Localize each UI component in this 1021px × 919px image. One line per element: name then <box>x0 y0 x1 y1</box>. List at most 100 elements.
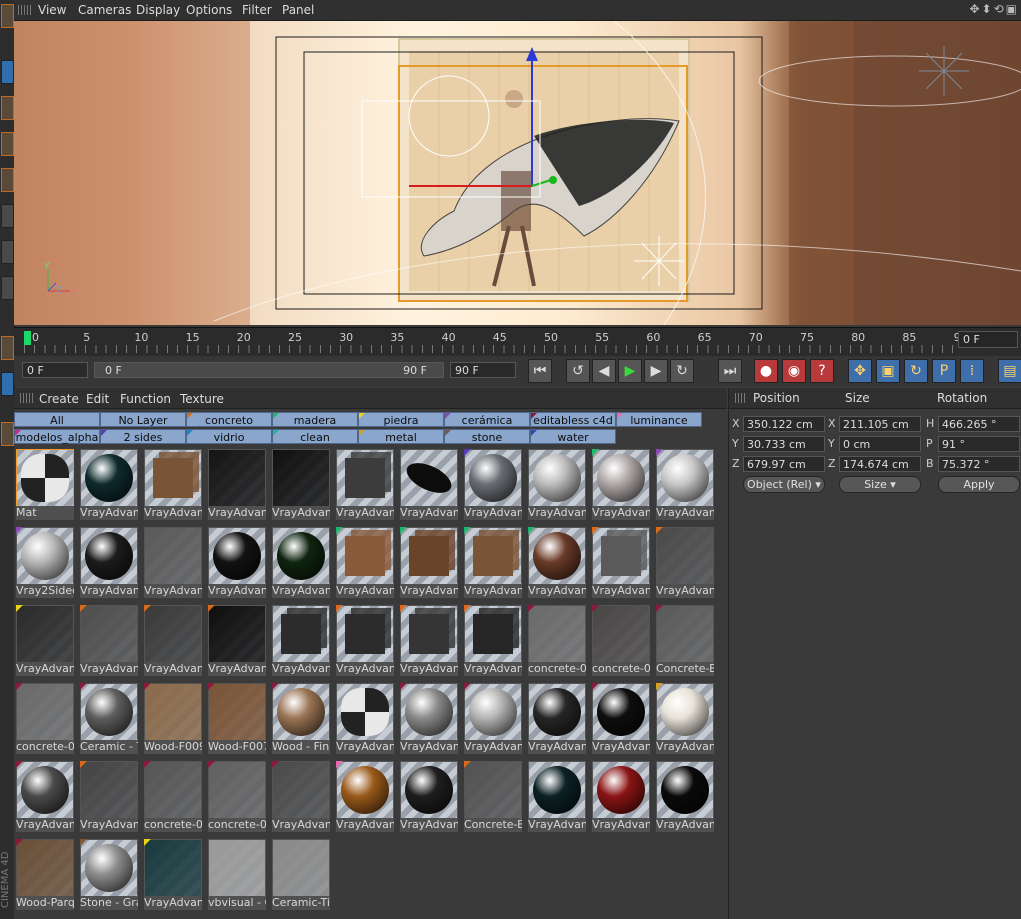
scheme-icon[interactable]: ▤ <box>998 359 1021 383</box>
menu-view[interactable]: View <box>38 3 66 17</box>
layer-tab[interactable]: 2 sides <box>100 429 186 444</box>
material-tile[interactable]: VrayAdvanc <box>207 448 267 522</box>
keyframe-selection-icon[interactable]: ? <box>810 359 834 383</box>
record-point-level-icon[interactable]: ⁞ <box>960 359 984 383</box>
position-field[interactable]: 350.122 cm <box>743 416 825 432</box>
apply-button[interactable]: Apply <box>938 476 1020 493</box>
rotate-tool-icon[interactable] <box>1 132 14 156</box>
material-tile[interactable]: VrayAdvanc <box>143 838 203 912</box>
rotation-field[interactable]: 75.372 ° <box>938 456 1020 472</box>
material-tile[interactable]: VrayAdvanc <box>399 448 459 522</box>
layer-tab[interactable]: luminance <box>616 412 702 427</box>
menu-options[interactable]: Options <box>186 3 232 17</box>
material-tile[interactable]: Mat <box>15 448 75 522</box>
panel-grip-icon[interactable] <box>735 393 747 403</box>
material-tile[interactable]: VrayAdvanc <box>335 760 395 834</box>
material-tile[interactable]: VrayAdvanc <box>79 604 139 678</box>
material-tile[interactable]: Wood - Fin <box>271 682 331 756</box>
playhead[interactable] <box>24 331 31 345</box>
layer-tab[interactable]: cerámica <box>444 412 530 427</box>
material-tile[interactable]: VrayAdvanc <box>463 604 523 678</box>
material-tile[interactable]: Wood-Parq <box>15 838 75 912</box>
menu-function[interactable]: Function <box>120 392 171 406</box>
material-tile[interactable]: VrayAdvanc <box>399 604 459 678</box>
live-select-icon[interactable] <box>1 168 14 192</box>
layer-tab[interactable]: piedra <box>358 412 444 427</box>
points-mode-icon[interactable] <box>1 204 14 228</box>
size-mode-dropdown[interactable]: Size ▾ <box>839 476 921 493</box>
material-tile[interactable]: VrayAdvanc <box>591 682 651 756</box>
layer-tab[interactable]: All <box>14 412 100 427</box>
size-field[interactable]: 211.105 cm <box>839 416 921 432</box>
layer-tab[interactable]: stone <box>444 429 530 444</box>
material-tile[interactable]: VrayAdvanc <box>527 760 587 834</box>
3d-viewport[interactable]: Y Z X <box>14 21 1021 325</box>
material-tile[interactable]: VrayAdvanc <box>463 682 523 756</box>
position-field[interactable]: 679.97 cm <box>743 456 825 472</box>
record-rotation-icon[interactable]: ↻ <box>904 359 928 383</box>
material-tile[interactable]: Concrete-B <box>655 604 715 678</box>
material-tile[interactable]: VrayAdvanc <box>207 604 267 678</box>
menu-create[interactable]: Create <box>39 392 79 406</box>
next-key-icon[interactable]: ↻ <box>670 359 694 383</box>
material-tile[interactable]: VrayAdvanc <box>527 448 587 522</box>
material-tile[interactable]: concrete-00 <box>143 760 203 834</box>
record-parameter-icon[interactable]: P <box>932 359 956 383</box>
timeline-ruler[interactable]: 051015202530354045505560657075808590 <box>14 327 1021 356</box>
material-tile[interactable]: VrayAdvanc <box>527 526 587 600</box>
menu-texture[interactable]: Texture <box>180 392 224 406</box>
undo-icon[interactable] <box>1 4 14 28</box>
material-tile[interactable]: VrayAdvanc <box>655 448 715 522</box>
record-position-icon[interactable]: ✥ <box>848 359 872 383</box>
material-tile[interactable]: VrayAdvanc <box>335 682 395 756</box>
material-tile[interactable]: VrayAdvanc <box>463 526 523 600</box>
frame-range-slider[interactable]: 0 F 90 F <box>94 362 444 378</box>
edges-mode-icon[interactable] <box>1 240 14 264</box>
viewport-navigation-icons[interactable]: ✥⬍⟲▣ <box>969 2 1019 16</box>
move-tool-icon[interactable] <box>1 60 14 84</box>
panel-grip-icon[interactable] <box>18 5 32 15</box>
autokey-icon[interactable]: ◉ <box>782 359 806 383</box>
menu-edit[interactable]: Edit <box>86 392 109 406</box>
material-tile[interactable]: VrayAdvanc <box>79 760 139 834</box>
material-tile[interactable]: concrete-02 <box>15 682 75 756</box>
material-tile[interactable]: VrayAdvanc <box>399 682 459 756</box>
material-tile[interactable]: concrete-00 <box>591 604 651 678</box>
menu-display[interactable]: Display <box>136 3 180 17</box>
material-tile[interactable]: concrete-02 <box>527 604 587 678</box>
material-tile[interactable]: VrayAdvanc <box>79 526 139 600</box>
previous-frame-icon[interactable]: ◀ <box>592 359 616 383</box>
rotation-field[interactable]: 466.265 ° <box>938 416 1020 432</box>
layer-tab[interactable]: clean <box>272 429 358 444</box>
go-to-end-icon[interactable]: ⏭ <box>718 359 742 383</box>
material-tile[interactable]: VrayAdvanc <box>79 448 139 522</box>
material-tile[interactable]: VrayAdvanc <box>335 604 395 678</box>
go-to-start-icon[interactable]: ⏮ <box>528 359 552 383</box>
material-tile[interactable]: Wood-F007 <box>207 682 267 756</box>
material-tile[interactable]: VrayAdvanc <box>655 760 715 834</box>
next-frame-icon[interactable]: ▶ <box>644 359 668 383</box>
layer-tab[interactable]: concreto <box>186 412 272 427</box>
size-field[interactable]: 0 cm <box>839 436 921 452</box>
material-tile[interactable]: VrayAdvanc <box>463 448 523 522</box>
layer-tab[interactable]: water <box>530 429 616 444</box>
layer-tab[interactable]: vidrio <box>186 429 272 444</box>
material-tile[interactable]: VrayAdvanc <box>271 604 331 678</box>
material-tile[interactable]: Ceramic-Til <box>271 838 331 912</box>
material-tile[interactable]: concrete-00 <box>207 760 267 834</box>
material-tile[interactable]: VrayAdvanc <box>271 760 331 834</box>
material-tile[interactable]: Concrete-B <box>463 760 523 834</box>
menu-panel[interactable]: Panel <box>282 3 314 17</box>
material-tile[interactable]: VrayAdvanc <box>591 526 651 600</box>
layer-tab[interactable]: editabless c4d <box>530 412 616 427</box>
material-tile[interactable]: VrayAdvanc <box>335 448 395 522</box>
material-tile[interactable]: VrayAdvanc <box>399 760 459 834</box>
material-tile[interactable]: Ceramic - T <box>79 682 139 756</box>
record-scale-icon[interactable]: ▣ <box>876 359 900 383</box>
end-frame-field[interactable]: 90 F <box>450 362 516 378</box>
material-tile[interactable]: VrayAdvanc <box>399 526 459 600</box>
material-tile[interactable]: VrayAdvanc <box>591 448 651 522</box>
layer-tab[interactable]: No Layer <box>100 412 186 427</box>
position-field[interactable]: 30.733 cm <box>743 436 825 452</box>
material-tile[interactable]: Wood-F009 <box>143 682 203 756</box>
